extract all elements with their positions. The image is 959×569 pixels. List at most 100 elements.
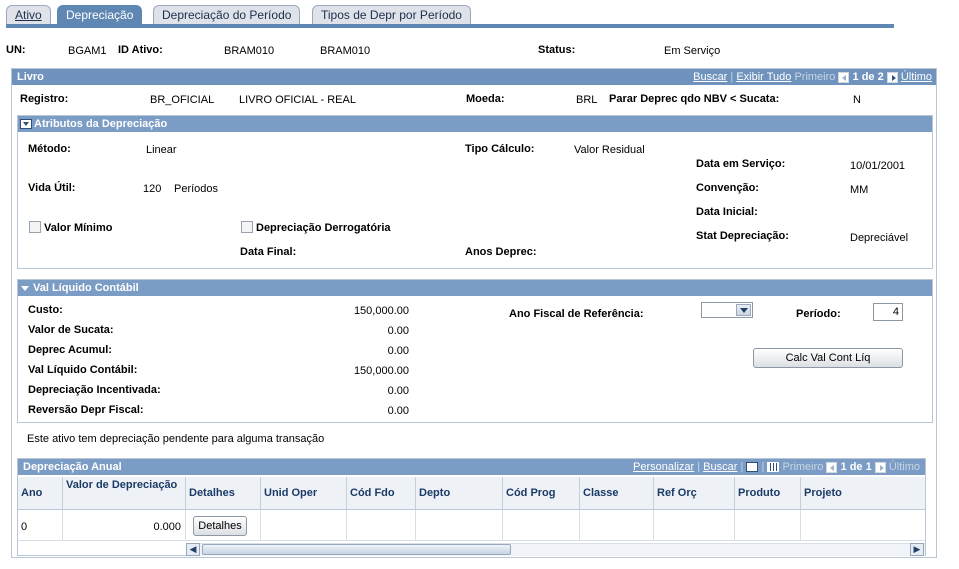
data-servico-value: 10/01/2001 [850, 160, 906, 172]
atributos-header: Atributos da Depreciação [18, 116, 932, 132]
asset-description: BRAM010 [320, 45, 371, 57]
col-unid-oper: Unid Oper [261, 477, 347, 510]
livro-header: Livro Buscar | Exibir Tudo Primeiro 1 de… [12, 69, 936, 85]
valor-sucata-value: 0.00 [387, 325, 409, 337]
cell-classe [580, 510, 654, 541]
livro-title: Livro [17, 71, 44, 83]
custo-value: 150,000.00 [353, 305, 409, 317]
scroll-left-icon[interactable]: ◀ [186, 543, 200, 556]
metodo-value: Linear [146, 144, 177, 156]
status-label: Status: [538, 44, 576, 56]
calc-val-cont-liq-button[interactable]: Calc Val Cont Líq [753, 348, 903, 368]
deprec-incentivada-label: Depreciação Incentivada: [28, 384, 161, 396]
tipo-calculo-label: Tipo Cálculo: [465, 143, 535, 155]
data-final-label: Data Final: [240, 246, 297, 258]
derrogatoria-checkbox[interactable] [241, 221, 253, 233]
val-liquido-value: 150,000.00 [353, 365, 409, 377]
scroll-right-icon[interactable]: ▶ [910, 543, 924, 556]
download-grid-icon[interactable] [767, 462, 780, 473]
anual-count: 1 de 1 [840, 461, 872, 473]
col-cod-prog: Cód Prog [503, 477, 580, 510]
anual-search-link[interactable]: Buscar [703, 461, 737, 473]
convencao-value: MM [850, 184, 869, 196]
anual-personalize-link[interactable]: Personalizar [633, 461, 694, 473]
livro-nav: Buscar | Exibir Tudo Primeiro 1 de 2 Últ… [693, 71, 932, 83]
anos-deprec-label: Anos Deprec: [465, 246, 537, 258]
pending-depreciation-message: Este ativo tem depreciação pendente para… [27, 433, 325, 445]
livro-first-label: Primeiro [794, 71, 836, 83]
livro-last-link[interactable]: Último [901, 71, 932, 83]
stat-depreciacao-label: Stat Depreciação: [696, 230, 789, 242]
cell-valor-depreciacao: 0.000 [63, 510, 186, 541]
tab-ativo[interactable]: Ativo [6, 5, 51, 25]
registro-description: LIVRO OFICIAL - REAL [239, 94, 356, 106]
anual-nav: Personalizar | Buscar | | Primeiro 1 de … [633, 461, 920, 473]
cell-cod-prog [503, 510, 580, 541]
periodo-input[interactable]: 4 [873, 303, 903, 321]
anual-last-label: Último [888, 461, 920, 473]
livro-search-link[interactable]: Buscar [693, 71, 727, 83]
vida-util-value: 120 [143, 183, 162, 195]
col-cod-fdo: Cód Fdo [347, 477, 416, 510]
reversao-depr-value: 0.00 [387, 405, 409, 417]
cell-produto [735, 510, 801, 541]
deprec-acumul-value: 0.00 [387, 345, 409, 357]
livro-count: 1 de 2 [852, 71, 884, 83]
cell-detalhes: Detalhes [186, 510, 261, 541]
asset-id-label: ID Ativo: [118, 44, 163, 56]
tab-tipos-depr-periodo[interactable]: Tipos de Depr por Período [312, 5, 471, 25]
detalhes-button[interactable]: Detalhes [193, 516, 247, 536]
valor-minimo-label: Valor Mínimo [44, 222, 113, 234]
valor-sucata-label: Valor de Sucata: [28, 324, 114, 336]
moeda-label: Moeda: [466, 93, 505, 105]
ano-fiscal-select[interactable] [701, 302, 753, 318]
dropdown-arrow-icon[interactable] [736, 304, 751, 316]
convencao-label: Convenção: [696, 182, 759, 194]
ano-fiscal-label: Ano Fiscal de Referência: [509, 308, 644, 320]
anual-next-icon[interactable] [874, 461, 886, 473]
un-label: UN: [6, 44, 26, 56]
custo-label: Custo: [28, 304, 63, 316]
anual-first-label: Primeiro [782, 461, 824, 473]
cell-cod-fdo [347, 510, 416, 541]
registro-code: BR_OFICIAL [150, 94, 215, 106]
anual-prev-icon[interactable] [826, 461, 838, 473]
periodo-label: Período: [796, 308, 841, 320]
val-liquido-label: Val Líquido Contábil: [28, 364, 138, 376]
col-projeto: Projeto [801, 477, 925, 510]
scrollbar-thumb[interactable] [202, 544, 511, 555]
col-classe: Classe [580, 477, 654, 510]
livro-view-all-link[interactable]: Exibir Tudo [736, 71, 791, 83]
tab-depreciacao[interactable]: Depreciação [57, 5, 143, 25]
col-depto: Depto [416, 477, 503, 510]
view-all-icon[interactable] [746, 462, 759, 473]
cell-projeto [801, 510, 925, 541]
valor-minimo-checkbox[interactable] [29, 221, 41, 233]
cell-ano: 0 [18, 510, 63, 541]
parar-deprec-label: Parar Deprec qdo NBV < Sucata: [609, 93, 780, 105]
collapse-arrow-icon[interactable] [21, 286, 29, 291]
un-value: BGAM1 [68, 45, 107, 57]
livro-prev-icon[interactable] [838, 71, 850, 83]
depreciacao-anual-grid: Depreciação Anual Personalizar | Buscar … [17, 458, 926, 556]
derrogatoria-label: Depreciação Derrogatória [256, 222, 391, 234]
deprec-incentivada-value: 0.00 [387, 385, 409, 397]
stat-depreciacao-value: Depreciável [850, 232, 909, 244]
valor-liquido-title: Val Líquido Contábil [33, 282, 139, 294]
livro-next-icon[interactable] [886, 71, 898, 83]
valor-liquido-header: Val Líquido Contábil [18, 280, 932, 296]
col-detalhes: Detalhes [186, 477, 261, 510]
anual-header: Depreciação Anual Personalizar | Buscar … [18, 459, 925, 475]
col-ano: Ano [18, 477, 63, 510]
atributos-group: Atributos da Depreciação Método: Linear … [17, 115, 933, 269]
col-valor-depreciacao: Valor de Depreciação [63, 477, 186, 510]
moeda-value: BRL [576, 94, 598, 106]
metodo-label: Método: [28, 143, 71, 155]
tab-depreciacao-periodo[interactable]: Depreciação do Período [153, 5, 301, 25]
cell-unid-oper [261, 510, 347, 541]
deprec-acumul-label: Deprec Acumul: [28, 344, 112, 356]
valor-liquido-group: Val Líquido Contábil Custo: 150,000.00 V… [17, 279, 933, 423]
parar-deprec-value: N [853, 94, 861, 106]
asset-id-value: BRAM010 [224, 45, 275, 57]
collapse-icon[interactable] [20, 119, 32, 129]
